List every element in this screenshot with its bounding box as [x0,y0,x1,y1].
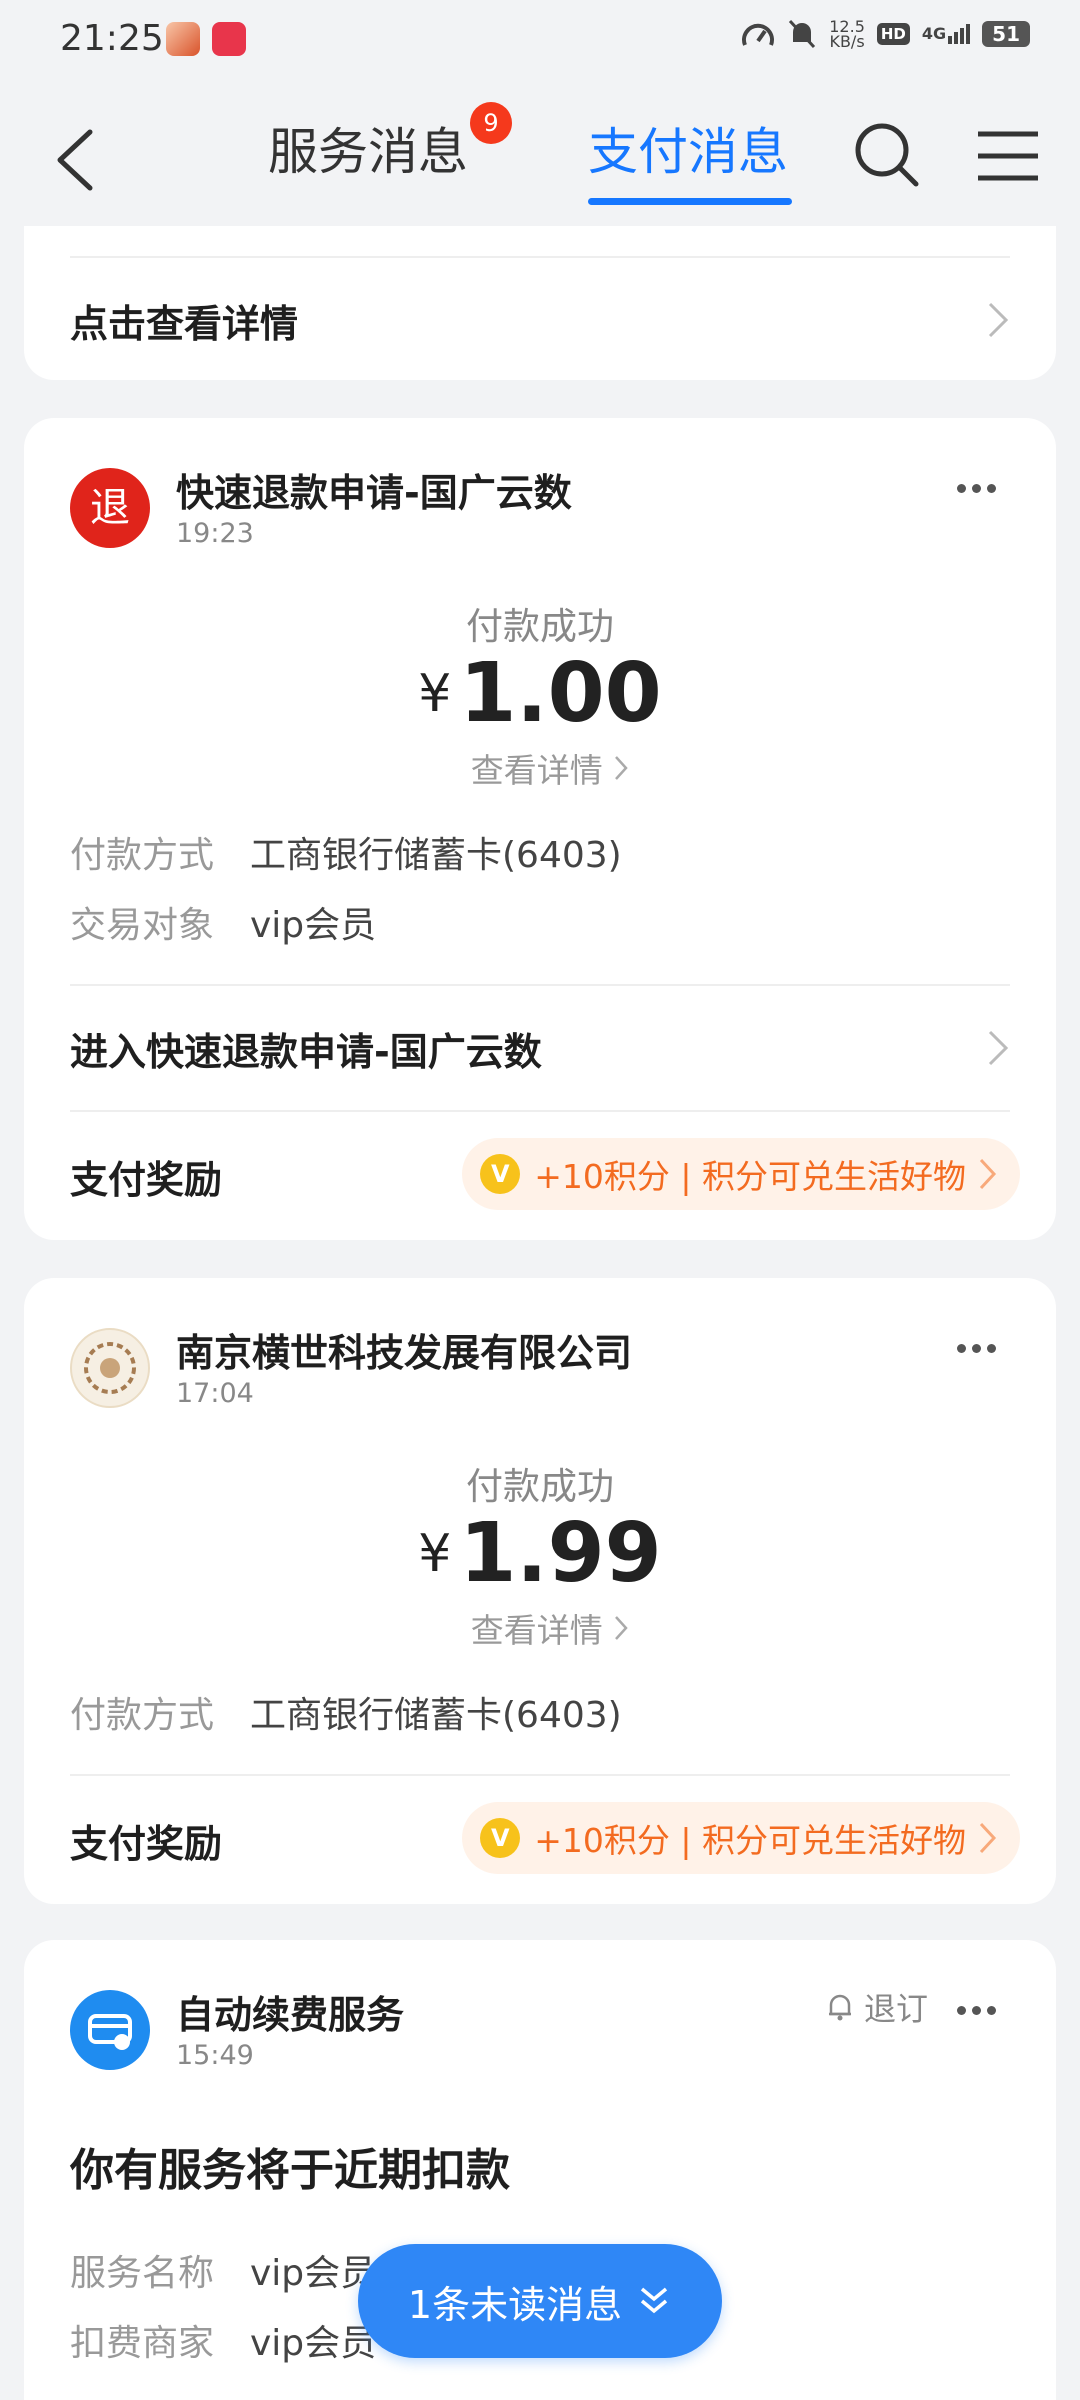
view-details-button[interactable]: 查看详情 [24,1604,1056,1652]
service-title[interactable]: 自动续费服务 [176,1984,404,2039]
reward-label: 支付奖励 [70,1157,223,1202]
unread-messages-button[interactable]: 1条未读消息 [358,2244,722,2358]
chevron-right-icon [615,756,628,780]
reward-points-pill[interactable]: V +10积分 | 积分可兑生活好物 [462,1802,1020,1874]
refund-avatar-icon: 退 [70,468,150,548]
active-tab-indicator [588,198,792,205]
more-options-icon[interactable] [957,1344,996,1353]
info-key: 服务名称 [70,2253,215,2294]
status-time: 21:25 [60,18,164,59]
network-speed: 12.5 KB/s [829,19,865,51]
info-key: 付款方式 [70,1695,215,1736]
info-key: 付款方式 [70,835,215,876]
detail-label: 查看详情 [470,751,603,790]
view-details-button[interactable]: 查看详情 [24,744,1056,792]
chevron-right-icon [979,1158,997,1190]
avatar-text: 退 [90,485,130,531]
info-key: 交易对象 [70,905,215,946]
message-time: 15:49 [176,2040,254,2071]
logo-pattern-icon [84,1342,136,1394]
payment-status: 付款成功 [466,1465,614,1508]
coin-icon: V [480,1818,521,1858]
menu-icon[interactable] [976,128,1040,184]
tab-payment-messages[interactable]: 支付消息 [588,112,788,184]
link-label: 进入快速退款申请-国广云数 [70,1029,542,1074]
merchant-title[interactable]: 快速退款申请-国广云数 [176,462,572,517]
amount-value: 1.99 [459,1506,662,1601]
info-value: vip会员 [250,905,377,946]
info-value: 工商银行储蓄卡(6403) [250,835,622,876]
status-right: 12.5 KB/s HD 4G 51 [741,18,1030,50]
message-time: 19:23 [176,518,254,549]
renew-service-icon [88,2014,132,2050]
currency-symbol: ¥ [418,1524,452,1584]
link-label: 点击查看详情 [70,301,299,346]
reward-text: +10积分 | 积分可兑生活好物 [534,1157,966,1196]
info-row-counterparty: 交易对象 vip会员 [70,896,376,948]
service-headline: 你有服务将于近期扣款 [70,2145,510,2196]
signal-icon: 4G [921,24,971,44]
view-details-link[interactable]: 点击查看详情 [70,256,1010,380]
auto-renew-avatar-icon [70,1990,150,2070]
info-key: 扣费商家 [70,2323,215,2364]
nav-bar: 服务消息 9 支付消息 [0,84,1080,226]
message-card-partial: 点击查看详情 [24,226,1056,380]
reward-points-pill[interactable]: V +10积分 | 积分可兑生活好物 [462,1138,1020,1210]
reward-label: 支付奖励 [70,1821,223,1866]
payment-amount: ¥1.00 [24,646,1056,741]
merchant-logo [70,1328,150,1408]
more-options-icon[interactable] [957,2006,996,2015]
info-row-payment-method: 付款方式 工商银行储蓄卡(6403) [70,1686,622,1738]
app-notification-icon [166,22,200,56]
enter-merchant-link[interactable]: 进入快速退款申请-国广云数 [70,984,1010,1110]
reward-text: +10积分 | 积分可兑生活好物 [534,1821,966,1860]
battery-icon: 51 [982,21,1030,47]
back-arrow-icon[interactable] [50,124,110,196]
amount-value: 1.00 [459,646,662,741]
payment-amount: ¥1.99 [24,1506,1056,1601]
app-notification-icon-2 [212,22,246,56]
chevron-right-icon [615,1616,628,1640]
chevron-right-icon [979,1822,997,1854]
message-card-refund: 退 快速退款申请-国广云数 19:23 付款成功 ¥1.00 查看详情 付款方式… [24,418,1056,1240]
speed-unit: KB/s [829,32,865,51]
more-options-icon[interactable] [957,484,996,493]
hd-icon: HD [876,23,910,45]
info-row-merchant: 扣费商家 vip会员 [70,2314,376,2366]
status-bar: 21:25 12.5 KB/s HD 4G 51 [0,0,1080,84]
search-icon[interactable] [852,120,922,190]
network-type: 4G [921,24,947,43]
message-card-merchant: 南京横世科技发展有限公司 17:04 付款成功 ¥1.99 查看详情 付款方式 … [24,1278,1056,1904]
unsubscribe-label: 退订 [863,1990,928,2028]
merchant-title[interactable]: 南京横世科技发展有限公司 [176,1322,632,1377]
info-value: 工商银行储蓄卡(6403) [250,1695,622,1736]
bell-icon [828,1994,851,2021]
info-row-payment-method: 付款方式 工商银行储蓄卡(6403) [70,826,622,878]
detail-label: 查看详情 [470,1611,603,1650]
speedometer-icon [742,23,775,46]
double-chevron-down-icon [640,2287,668,2314]
unsubscribe-button[interactable]: 退订 [826,1984,928,2030]
mute-bell-icon [789,19,816,49]
coin-icon: V [480,1154,521,1194]
unread-label: 1条未读消息 [407,2282,623,2327]
tab-service-messages[interactable]: 服务消息 [268,112,468,184]
payment-status: 付款成功 [466,605,614,648]
chevron-right-icon [988,1030,1009,1066]
message-time: 17:04 [176,1378,254,1409]
service-badge: 9 [470,102,512,144]
chevron-right-icon [988,302,1009,338]
currency-symbol: ¥ [418,664,452,724]
info-value: vip会员 [250,2323,377,2364]
